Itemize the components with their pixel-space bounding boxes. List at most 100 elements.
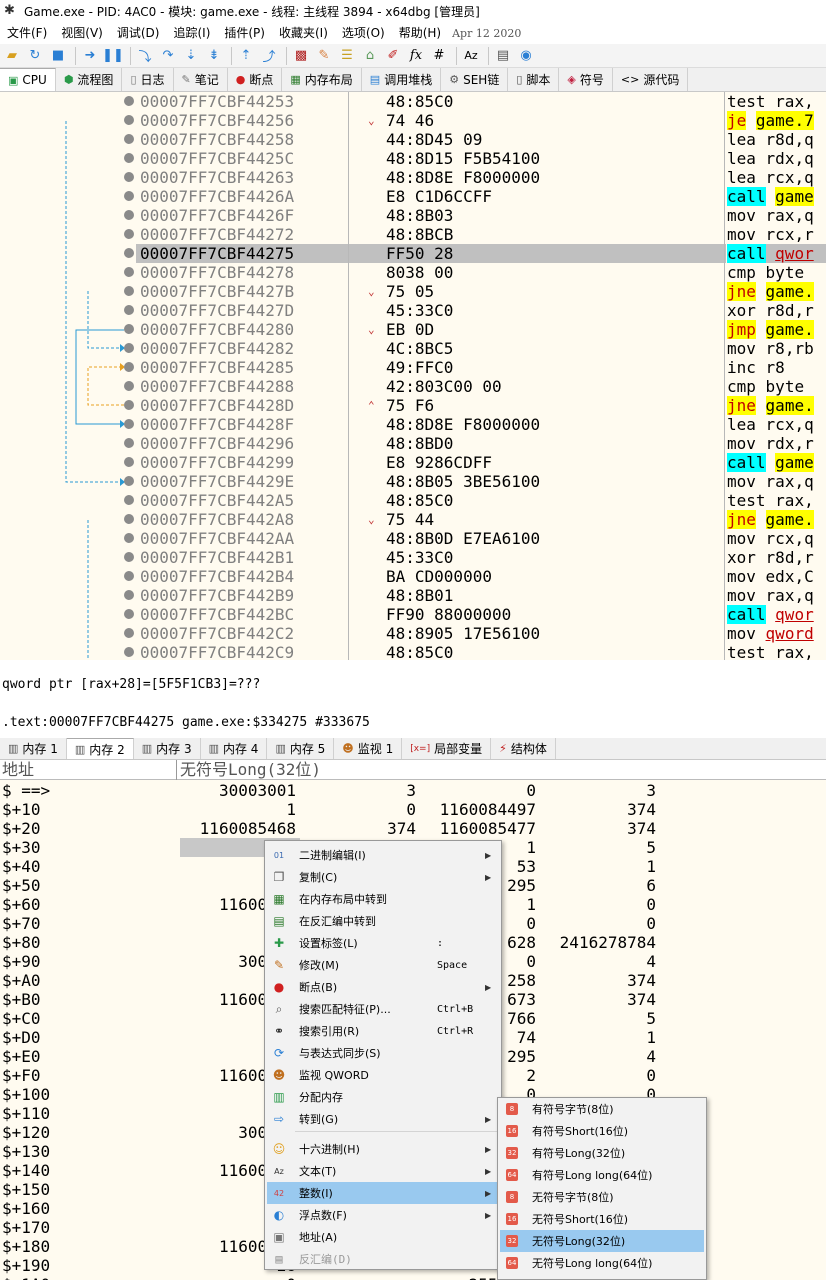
breakpoint-toggle[interactable] xyxy=(124,248,134,258)
disasm-row[interactable]: 00007FF7CBF442AA 48:8B0D E7EA6100 xyxy=(136,529,726,548)
disasm-row[interactable]: 00007FF7CBF44278 8038 00 xyxy=(136,263,726,282)
dump-row[interactable]: $+10 1 0 1160084497 374 xyxy=(0,800,826,819)
dump-value[interactable]: 30003001 xyxy=(176,781,296,800)
breakpoint-toggle[interactable] xyxy=(124,647,134,657)
dump-value[interactable]: 374 xyxy=(536,800,656,819)
context-menu-item[interactable]: ☺ 十六进制(H) ▶ xyxy=(267,1138,499,1160)
submenu-item[interactable]: 8 无符号字节(8位) xyxy=(500,1186,704,1208)
open-icon[interactable]: ▰ xyxy=(2,46,22,66)
breakpoint-toggle[interactable] xyxy=(124,191,134,201)
run-to-user-code-icon[interactable]: ⤴ xyxy=(259,46,279,66)
context-menu-item[interactable]: ⌕ 搜索匹配特征(P)... Ctrl+B xyxy=(267,998,499,1020)
menu-view[interactable]: 视图(V) xyxy=(54,22,110,44)
dump-value[interactable]: 374 xyxy=(296,819,416,838)
disasm-row[interactable]: 00007FF7CBF442C9 48:85C0 xyxy=(136,643,726,660)
disasm-row[interactable]: 00007FF7CBF44263 48:8D8E F8000000 xyxy=(136,168,726,187)
menu-favourites[interactable]: 收藏夹(I) xyxy=(272,22,335,44)
dump-value[interactable]: 6 xyxy=(536,876,656,895)
tab-notes[interactable]: ✎ 笔记 xyxy=(174,68,228,91)
disasm-row[interactable]: 00007FF7CBF4425C 48:8D15 F5B54100 xyxy=(136,149,726,168)
execute-till-return-icon[interactable]: ⇡ xyxy=(236,46,256,66)
dump-value[interactable]: 1160084497 xyxy=(416,800,536,819)
dump-value[interactable]: 3 xyxy=(296,781,416,800)
breakpoint-toggle[interactable] xyxy=(124,590,134,600)
breakpoint-toggle[interactable] xyxy=(124,305,134,315)
breakpoint-toggle[interactable] xyxy=(124,571,134,581)
context-menu-item[interactable]: ⇨ 转到(G) ▶ xyxy=(267,1108,499,1130)
instruction[interactable]: mov edx,C xyxy=(727,567,826,586)
tab-callstack[interactable]: ▤ 调用堆栈 xyxy=(362,68,442,91)
disasm-row[interactable]: 00007FF7CBF442B9 48:8B01 xyxy=(136,586,726,605)
context-menu-item[interactable]: ▤ 在反汇编中转到 xyxy=(267,910,499,932)
disasm-row[interactable]: 00007FF7CBF4428D ⌃ 75 F6 xyxy=(136,396,726,415)
breakpoint-toggle[interactable] xyxy=(124,153,134,163)
tab-dump-3[interactable]: ▥ 内存 3 xyxy=(134,738,201,759)
calculator-icon[interactable]: ▤ xyxy=(493,46,513,66)
dump-value[interactable]: 2416278784 xyxy=(536,933,656,952)
submenu-item[interactable]: 16 无符号Short(16位) xyxy=(500,1208,704,1230)
context-menu-item[interactable]: ✚ 设置标签(L): xyxy=(267,932,499,954)
instruction[interactable]: mov rax,q xyxy=(727,206,826,225)
disasm-row[interactable]: 00007FF7CBF44253 48:85C0 xyxy=(136,92,726,111)
instruction[interactable]: xor r8d,r xyxy=(727,301,826,320)
context-menu-item[interactable]: ▥ 分配内存 xyxy=(267,1086,499,1108)
run-icon[interactable]: ➜ xyxy=(80,46,100,66)
context-menu-item[interactable]: ▤ 反汇编(D) xyxy=(267,1248,499,1270)
submenu-item[interactable]: 32 有符号Long(32位) xyxy=(500,1142,704,1164)
instruction[interactable]: cmp byte xyxy=(727,377,826,396)
dump-value[interactable]: 0 xyxy=(536,1066,656,1085)
tab-script[interactable]: ▯ 脚本 xyxy=(508,68,560,91)
instruction[interactable]: mov rcx,r xyxy=(727,225,826,244)
breakpoint-toggle[interactable] xyxy=(124,381,134,391)
instruction[interactable]: jne game. xyxy=(727,396,826,415)
instruction[interactable]: cmp byte xyxy=(727,263,826,282)
breakpoint-toggle[interactable] xyxy=(124,115,134,125)
disasm-row[interactable]: 00007FF7CBF44280 ⌄ EB 0D xyxy=(136,320,726,339)
instruction[interactable]: test rax, xyxy=(727,643,826,660)
breakpoint-toggle[interactable] xyxy=(124,495,134,505)
instruction[interactable]: je game.7 xyxy=(727,111,826,130)
submenu-item[interactable]: 32 无符号Long(32位) xyxy=(500,1230,704,1252)
instruction[interactable]: mov rax,q xyxy=(727,586,826,605)
bookmark-icon[interactable]: ✐ xyxy=(383,46,403,66)
dump-value[interactable]: 5 xyxy=(536,1009,656,1028)
disasm-row[interactable]: 00007FF7CBF442B1 45:33C0 xyxy=(136,548,726,567)
disasm-row[interactable]: 00007FF7CBF44288 42:803C00 00 xyxy=(136,377,726,396)
breakpoint-toggle[interactable] xyxy=(124,514,134,524)
dump-value[interactable]: 1 xyxy=(536,857,656,876)
disasm-row[interactable]: 00007FF7CBF442BC FF90 88000000 xyxy=(136,605,726,624)
menu-help[interactable]: 帮助(H) xyxy=(392,22,448,44)
context-menu-item[interactable]: ✎ 修改(M) Space xyxy=(267,954,499,976)
breakpoint-toggle[interactable] xyxy=(124,96,134,106)
tab-struct[interactable]: ⚡ 结构体 xyxy=(491,738,556,759)
disasm-row[interactable]: 00007FF7CBF4427D 45:33C0 xyxy=(136,301,726,320)
trace-over-icon[interactable]: ⇟ xyxy=(204,46,224,66)
context-menu-item[interactable]: ⚭ 搜索引用(R) Ctrl+R xyxy=(267,1020,499,1042)
instruction[interactable]: jne game. xyxy=(727,282,826,301)
dump-value[interactable]: 3 xyxy=(536,781,656,800)
breakpoint-toggle[interactable] xyxy=(124,172,134,182)
labels-icon[interactable]: ⌂ xyxy=(360,46,380,66)
comments-icon[interactable]: ☰ xyxy=(337,46,357,66)
instruction[interactable]: lea r8d,q xyxy=(727,130,826,149)
disasm-row[interactable]: 00007FF7CBF44282 4C:8BC5 xyxy=(136,339,726,358)
disasm-row[interactable]: 00007FF7CBF44285 49:FFC0 xyxy=(136,358,726,377)
context-menu-item[interactable]: ▣ 地址(A) xyxy=(267,1226,499,1248)
submenu-item[interactable]: 8 有符号字节(8位) xyxy=(500,1098,704,1120)
instruction[interactable]: mov rax,q xyxy=(727,472,826,491)
dump-value[interactable]: 0 xyxy=(536,895,656,914)
instruction[interactable]: test rax, xyxy=(727,491,826,510)
tab-watch-1[interactable]: ☻ 监视 1 xyxy=(334,738,403,759)
instruction[interactable]: call qwor xyxy=(727,605,826,624)
disasm-row[interactable]: 00007FF7CBF44299 E8 9286CDFF xyxy=(136,453,726,472)
font-icon[interactable]: Aᴢ xyxy=(461,46,481,66)
dump-value[interactable]: 4 xyxy=(536,952,656,971)
dump-value[interactable]: 1160085468 xyxy=(176,819,296,838)
dump-value[interactable]: 4 xyxy=(536,1047,656,1066)
tab-cpu[interactable]: ▣ CPU xyxy=(0,68,56,91)
instruction[interactable]: jne game. xyxy=(727,510,826,529)
breakpoint-toggle[interactable] xyxy=(124,419,134,429)
submenu-item[interactable]: 64 无符号Long long(64位) xyxy=(500,1252,704,1274)
disasm-row[interactable]: 00007FF7CBF44275 FF50 28 xyxy=(136,244,726,263)
instruction[interactable]: lea rdx,q xyxy=(727,149,826,168)
